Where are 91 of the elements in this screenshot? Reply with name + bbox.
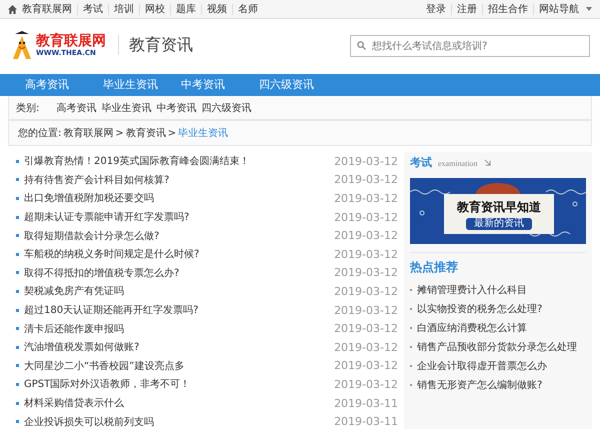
bullet-icon xyxy=(16,216,19,219)
article-link[interactable]: GPST国际对外汉语教师，非考不可！ xyxy=(24,377,334,392)
article-date: 2019-03-12 xyxy=(334,322,398,336)
bullet-icon xyxy=(16,382,19,386)
article-date: 2019-03-12 xyxy=(334,284,398,298)
hot-link[interactable]: 销售无形资产怎么编制做账? xyxy=(417,378,542,392)
bullet-icon xyxy=(16,252,19,256)
article-link[interactable]: 引爆教育热情！2019英式国际教育峰会圆满结束！ xyxy=(24,154,334,168)
top-link[interactable]: 考试 xyxy=(77,4,108,14)
article-date: 2019-03-11 xyxy=(334,415,398,428)
breadcrumb-link[interactable]: 教育资讯 xyxy=(126,126,166,140)
top-link[interactable]: 培训 xyxy=(108,4,139,14)
breadcrumb-separator: > xyxy=(115,128,124,138)
bullet-icon xyxy=(16,346,19,349)
article-date: 2019-03-12 xyxy=(334,340,398,354)
bullet-icon xyxy=(16,271,19,274)
article-link[interactable]: 汽油增值税发票如何做账? xyxy=(24,340,334,354)
bullet-icon xyxy=(16,160,19,163)
hot-link[interactable]: 企业会计取得虚开普票怎么办 xyxy=(417,358,547,372)
article-date: 2019-03-12 xyxy=(334,248,398,261)
exam-subtitle: examination xyxy=(438,159,478,168)
banner-headline: 教育资讯早知道 xyxy=(457,198,541,216)
top-link[interactable]: 题库 xyxy=(170,4,201,14)
hot-link[interactable]: 销售产品预收部分货款分录怎么处理 xyxy=(417,340,577,354)
article-date: 2019-03-12 xyxy=(334,154,398,168)
article-date: 2019-03-11 xyxy=(334,396,398,410)
article-link[interactable]: 取得不得抵扣的增值税专票怎么办? xyxy=(24,266,334,280)
hot-link[interactable]: 以实物投资的税务怎么处理? xyxy=(417,302,542,316)
article-link[interactable]: 材料采购借贷表示什么 xyxy=(24,396,334,410)
category-link[interactable]: 高考资讯 xyxy=(56,100,96,114)
article-link[interactable]: 大同星沙二小“书香校园”建设亮点多 xyxy=(24,358,334,373)
breadcrumb-link[interactable]: 毕业生资讯 xyxy=(178,126,228,140)
promo-banner[interactable]: 教育资讯早知道 最新的资讯 xyxy=(410,178,586,244)
caret-icon[interactable] xyxy=(586,7,592,11)
bullet-icon xyxy=(16,196,19,200)
top-link[interactable]: 视频 xyxy=(201,4,232,14)
article-link[interactable]: 超期未认证专票能申请开红字发票吗? xyxy=(24,210,334,224)
top-link[interactable]: 注册 xyxy=(451,4,482,14)
bullet-icon xyxy=(16,178,19,182)
bullet-icon xyxy=(16,402,19,405)
mascot-logo-icon xyxy=(10,30,34,60)
bullet-icon xyxy=(16,234,19,238)
article-link[interactable]: 出口免增值税附加税还要交吗 xyxy=(24,191,334,206)
article-date: 2019-03-12 xyxy=(334,378,398,391)
category-label: 类别: xyxy=(16,102,40,114)
logo-name: 教育联展网 xyxy=(36,32,106,48)
search-icon xyxy=(357,40,366,50)
article-date: 2019-03-12 xyxy=(334,304,398,317)
breadcrumb-separator: > xyxy=(168,128,176,138)
article-date: 2019-03-12 xyxy=(334,192,398,205)
bullet-icon xyxy=(16,420,19,424)
article-date: 2019-03-12 xyxy=(334,210,398,224)
search-field[interactable]: 想找什么考试信息或培训? xyxy=(350,35,590,57)
top-link[interactable]: 网站导航 xyxy=(533,4,584,14)
article-date: 2019-03-12 xyxy=(334,173,398,186)
category-link[interactable]: 四六级资讯 xyxy=(201,100,252,114)
article-link[interactable]: 契税减免房产有凭证吗 xyxy=(24,284,334,298)
nav-tab[interactable]: 四六级资讯 xyxy=(259,74,337,96)
nav-tab[interactable]: 中考资讯 xyxy=(181,74,259,96)
bullet-icon xyxy=(16,290,19,293)
hot-link[interactable]: 白酒应纳消费税怎么计算 xyxy=(417,320,527,334)
exam-title: 考试 xyxy=(410,155,432,170)
section-title: 教育资讯 xyxy=(118,34,193,54)
article-date: 2019-03-12 xyxy=(334,359,398,372)
top-link[interactable]: 网校 xyxy=(139,4,170,14)
bullet-icon xyxy=(16,308,19,312)
article-link[interactable]: 企业投诉损失可以税前列支吗 xyxy=(24,414,334,429)
hot-link[interactable]: 摊销管理费计入什么科目 xyxy=(417,282,527,296)
article-link[interactable]: 超过180天认证期还能再开红字发票吗? xyxy=(24,303,334,318)
bullet-icon xyxy=(16,364,19,368)
nav-tab[interactable]: 毕业生资讯 xyxy=(103,74,181,96)
article-link[interactable]: 持有待售资产会计科目如何核算? xyxy=(24,172,334,187)
article-link[interactable]: 清卡后还能作废申报吗 xyxy=(24,322,334,336)
top-link[interactable]: 名师 xyxy=(232,4,263,14)
home-icon[interactable] xyxy=(8,4,17,14)
article-date: 2019-03-12 xyxy=(334,266,398,280)
hot-title: 热点推荐 xyxy=(410,259,459,276)
top-link[interactable]: 教育联展网 xyxy=(17,4,77,14)
breadcrumb-label: 您的位置: xyxy=(18,126,62,140)
top-link[interactable]: 招生合作 xyxy=(482,4,533,14)
nav-tab[interactable]: 高考资讯 xyxy=(25,74,103,96)
bullet-icon xyxy=(16,327,19,330)
breadcrumb-link[interactable]: 教育联展网 xyxy=(63,126,114,140)
top-link[interactable]: 登录 xyxy=(421,4,451,14)
article-link[interactable]: 车船税的纳税义务时间规定是什么时候? xyxy=(24,247,334,262)
article-link[interactable]: 取得短期借款会计分录怎么做? xyxy=(24,228,334,243)
article-date: 2019-03-12 xyxy=(334,229,398,242)
category-link[interactable]: 毕业生资讯 xyxy=(101,100,152,114)
arrow-icon[interactable] xyxy=(484,159,491,166)
banner-button: 最新的资讯 xyxy=(466,218,532,230)
category-link[interactable]: 中考资讯 xyxy=(156,100,196,114)
